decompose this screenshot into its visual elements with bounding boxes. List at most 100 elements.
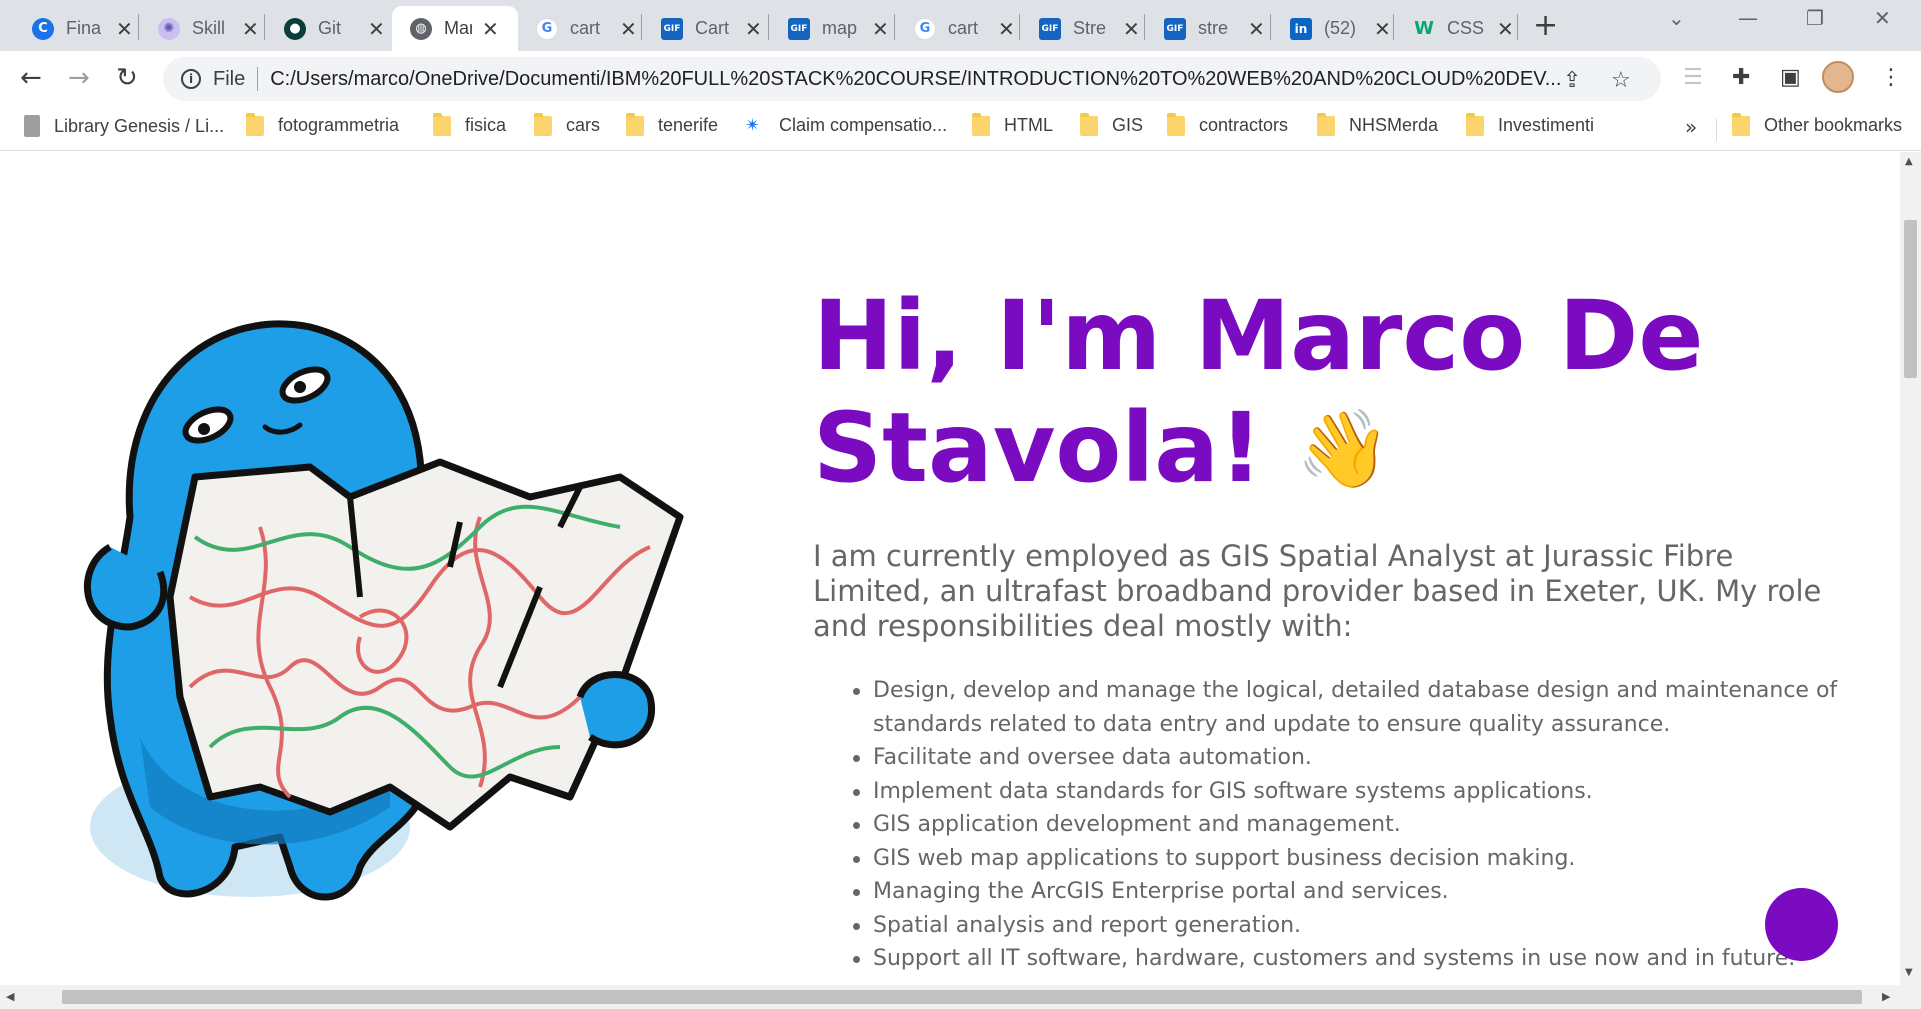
floating-action-button[interactable] [1765, 888, 1838, 961]
scheme-label: File [213, 67, 246, 90]
bookmark-item[interactable]: ✴ Claim compensatio... [745, 115, 947, 136]
close-icon[interactable]: ✕ [1248, 19, 1265, 39]
bookmark-folder[interactable]: fisica [433, 112, 506, 136]
tab-title: cart [570, 18, 601, 38]
list-item: Spatial analysis and report generation. [853, 909, 1873, 943]
hero-title: Hi, I'm Marco De Stavola! 👋 [813, 280, 1813, 505]
skill-icon: ✺ [158, 17, 180, 40]
close-icon[interactable]: ✕ [368, 19, 385, 39]
scroll-left-icon[interactable]: ◀ [6, 990, 14, 1003]
tab-search-icon[interactable]: ⌄ [1668, 6, 1685, 30]
duties-list: Design, develop and manage the logical, … [853, 674, 1873, 976]
bookmark-folder[interactable]: NHSMerda [1317, 112, 1439, 136]
hero-title-line2: Stavola! [813, 392, 1263, 504]
bookmark-item[interactable]: Library Genesis / Li... [24, 115, 224, 137]
tab-title: stre [1198, 18, 1229, 38]
tab-0[interactable]: C Fina ✕ [14, 6, 143, 51]
profile-avatar[interactable] [1822, 61, 1854, 93]
url-text[interactable]: C:/Users/marco/OneDrive/Documenti/IBM%20… [270, 68, 1560, 91]
address-bar[interactable]: i File C:/Users/marco/OneDrive/Documenti… [163, 57, 1661, 101]
restore-icon[interactable]: ❐ [1806, 6, 1824, 30]
bookmark-label: NHSMerda [1349, 115, 1439, 135]
vertical-scrollbar[interactable]: ▲ ▼ [1900, 152, 1921, 985]
tab-11[interactable]: W CSS ✕ [1395, 6, 1524, 51]
horizontal-scrollbar[interactable]: ◀ ▶ [0, 985, 1921, 1009]
tab-active[interactable]: ◍ Mar ✕ [392, 6, 518, 51]
tab-title: CSS [1447, 18, 1485, 38]
close-icon[interactable]: ✕ [998, 19, 1015, 39]
star-burst-icon: ✴ [745, 115, 761, 135]
bookmark-folder[interactable]: cars [534, 112, 601, 136]
tab-title: Cart [695, 18, 730, 38]
bookmark-folder[interactable]: GIS [1080, 112, 1144, 136]
close-icon[interactable]: ✕ [1497, 19, 1514, 39]
tab-7[interactable]: G cart ✕ [896, 6, 1025, 51]
tab-4[interactable]: G cart ✕ [518, 6, 647, 51]
folder-icon [1317, 112, 1335, 136]
tab-1[interactable]: ✺ Skill ✕ [140, 6, 269, 51]
bookmark-folder[interactable]: contractors [1167, 112, 1289, 136]
scroll-right-icon[interactable]: ▶ [1882, 990, 1890, 1003]
window-close-icon[interactable]: ✕ [1874, 6, 1891, 30]
close-icon[interactable]: ✕ [1374, 19, 1391, 39]
scroll-down-icon[interactable]: ▼ [1905, 967, 1913, 978]
browser-toolbar: ← → ↻ i File C:/Users/marco/OneDrive/Doc… [0, 51, 1921, 107]
other-bookmarks[interactable]: Other bookmarks [1732, 112, 1903, 136]
menu-kebab-icon[interactable]: ⋮ [1880, 65, 1902, 90]
tab-9[interactable]: GIF stre ✕ [1146, 6, 1275, 51]
share-icon[interactable]: ⇪ [1563, 68, 1581, 93]
folder-icon [1167, 112, 1185, 136]
bookmark-label: HTML [1004, 115, 1053, 135]
new-tab-button[interactable]: + [1533, 8, 1558, 43]
gif-icon: GIF [788, 17, 810, 40]
extensions-icon[interactable]: ✚ [1732, 65, 1750, 90]
bookmark-folder[interactable]: fotogrammetria [246, 112, 399, 136]
folder-icon [1080, 112, 1098, 136]
tab-5[interactable]: GIF Cart ✕ [643, 6, 772, 51]
bookmark-folder[interactable]: tenerife [626, 112, 719, 136]
bookmarks-bar: Library Genesis / Li... fotogrammetria f… [0, 107, 1921, 151]
book-icon [24, 115, 40, 137]
minimize-icon[interactable]: — [1738, 6, 1758, 30]
close-icon[interactable]: ✕ [872, 19, 889, 39]
close-icon[interactable]: ✕ [242, 19, 259, 39]
reload-icon[interactable]: ↻ [116, 63, 138, 93]
close-icon[interactable]: ✕ [482, 19, 499, 39]
bookmark-label: tenerife [658, 115, 719, 135]
bookmark-star-icon[interactable]: ☆ [1611, 68, 1631, 93]
bookmarks-overflow-button[interactable]: » [1685, 115, 1697, 139]
google-icon: G [914, 17, 936, 40]
chrome-c-icon: C [32, 17, 54, 40]
bookmark-label: Investimenti [1498, 115, 1595, 135]
scrollbar-thumb[interactable] [1904, 220, 1917, 378]
waving-hand-icon: 👋 [1296, 404, 1391, 493]
bookmark-label: cars [566, 115, 601, 135]
tab-8[interactable]: GIF Stre ✕ [1021, 6, 1150, 51]
tab-6[interactable]: GIF map ✕ [770, 6, 899, 51]
globe-icon: ◍ [410, 17, 432, 40]
reading-list-icon[interactable]: ☰ [1683, 65, 1703, 90]
bookmark-label: Other bookmarks [1764, 115, 1903, 135]
tab-title: (52) [1324, 18, 1357, 38]
close-icon[interactable]: ✕ [745, 19, 762, 39]
side-panel-icon[interactable]: ▣ [1780, 65, 1801, 90]
close-icon[interactable]: ✕ [620, 19, 637, 39]
scroll-up-icon[interactable]: ▲ [1905, 156, 1913, 167]
folder-icon [972, 112, 990, 136]
bookmark-label: contractors [1199, 115, 1289, 135]
tab-10[interactable]: in (52) ✕ [1272, 6, 1401, 51]
info-icon[interactable]: i [181, 69, 201, 89]
folder-icon [626, 112, 644, 136]
bookmark-folder[interactable]: Investimenti [1466, 112, 1595, 136]
folder-icon [1732, 112, 1750, 136]
tab-title: map [822, 18, 858, 38]
forward-icon[interactable]: → [68, 63, 90, 93]
linkedin-icon: in [1290, 17, 1312, 40]
bookmark-label: GIS [1112, 115, 1144, 135]
close-icon[interactable]: ✕ [1123, 19, 1140, 39]
close-icon[interactable]: ✕ [116, 19, 133, 39]
back-icon[interactable]: ← [20, 63, 42, 93]
bookmark-folder[interactable]: HTML [972, 112, 1053, 136]
tab-2[interactable]: ● Git ✕ [266, 6, 395, 51]
scrollbar-thumb[interactable] [62, 990, 1862, 1004]
